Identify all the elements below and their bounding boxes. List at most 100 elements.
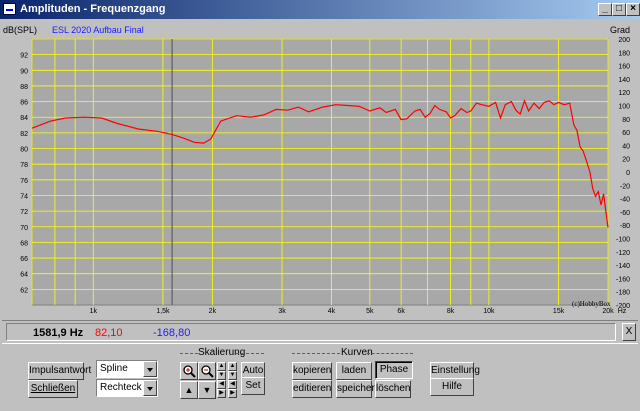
arrow-up-icon[interactable]: ▲ bbox=[217, 362, 226, 371]
app-icon[interactable] bbox=[3, 3, 16, 15]
plot-panel: 62 64 66 68 70 72 74 76 78 80 82 84 86 88 90 92 1k 1,5k 2k… bbox=[2, 19, 638, 319]
group-separator bbox=[367, 353, 413, 355]
x-tick-label: 15k bbox=[553, 308, 565, 315]
minimize-icon[interactable]: _ bbox=[598, 3, 612, 16]
y2-tick-label: -20 bbox=[620, 183, 630, 190]
arrow-down-icon[interactable]: ▼ bbox=[217, 371, 226, 380]
y-tick-label: 78 bbox=[20, 162, 28, 169]
y2-tick-label: 40 bbox=[622, 143, 630, 150]
set-scale-button[interactable]: Set bbox=[241, 377, 265, 395]
impulse-response-button[interactable]: Impulsantwort bbox=[28, 362, 91, 380]
pan-down-icon[interactable]: ▼ bbox=[198, 381, 216, 399]
y-tick-label: 88 bbox=[20, 84, 28, 91]
arrow-left-icon[interactable]: ◀ bbox=[217, 380, 226, 389]
y2-axis-unit: Grad bbox=[609, 25, 630, 35]
y-tick-label: 76 bbox=[20, 178, 28, 185]
y-tick-label: 66 bbox=[20, 256, 28, 263]
y2-tick-label: -200 bbox=[616, 303, 630, 310]
frequency-response-chart[interactable]: 62 64 66 68 70 72 74 76 78 80 82 84 86 88 90 92 1k 1,5k 2k… bbox=[2, 19, 638, 319]
restore-icon[interactable]: □ bbox=[612, 3, 626, 16]
cursor-phase: -168,80 bbox=[153, 327, 191, 339]
y2-tick-label: -140 bbox=[616, 263, 630, 270]
x-tick-label: 10k bbox=[483, 308, 495, 315]
y2-tick-label: 200 bbox=[618, 37, 630, 44]
close-readout-button[interactable]: X bbox=[622, 323, 636, 341]
interpolation-value: Spline bbox=[100, 363, 128, 374]
app-window: Amplituden - Frequenzgang _ □ × 62 64 66 68… bbox=[0, 0, 640, 411]
x-tick-label: 8k bbox=[447, 308, 455, 315]
close-icon[interactable]: × bbox=[626, 3, 640, 16]
load-curve-button[interactable]: laden bbox=[336, 362, 372, 380]
arrow-right-icon[interactable]: ▶ bbox=[228, 389, 237, 398]
y2-tick-label: 120 bbox=[618, 90, 630, 97]
y-tick-label: 86 bbox=[20, 100, 28, 107]
y-tick-label: 72 bbox=[20, 209, 28, 216]
y-tick-label: 64 bbox=[20, 272, 28, 279]
save-curve-button[interactable]: speichern bbox=[336, 380, 380, 398]
arrow-up-icon[interactable]: ▲ bbox=[228, 362, 237, 371]
y2-tick-label: 180 bbox=[618, 50, 630, 57]
copy-curve-button[interactable]: kopieren bbox=[292, 362, 332, 380]
y2-tick-label: 20 bbox=[622, 157, 630, 164]
y2-tick-label: -120 bbox=[616, 250, 630, 257]
edit-curve-button[interactable]: editieren bbox=[292, 380, 332, 398]
y2-tick-label: 140 bbox=[618, 77, 630, 84]
y2-tick-label: -100 bbox=[616, 237, 630, 244]
phase-toggle-button[interactable]: Phase bbox=[375, 361, 413, 379]
x-tick-label: 20k bbox=[602, 308, 614, 315]
y2-tick-label: -160 bbox=[616, 276, 630, 283]
delete-curve-button[interactable]: löschen bbox=[375, 380, 411, 398]
x-tick-label: 6k bbox=[397, 308, 405, 315]
y-tick-label: 70 bbox=[20, 225, 28, 232]
y-tick-label: 68 bbox=[20, 240, 28, 247]
x-tick-label: 1k bbox=[90, 308, 98, 315]
window-function-value: Rechteck bbox=[100, 382, 142, 393]
x-tick-label: 4k bbox=[328, 308, 336, 315]
help-button[interactable]: Hilfe bbox=[430, 378, 474, 396]
interpolation-select[interactable]: Spline bbox=[96, 360, 158, 378]
arrow-left-icon[interactable]: ◀ bbox=[228, 380, 237, 389]
plot-area bbox=[31, 38, 609, 306]
group-separator bbox=[236, 353, 264, 355]
x-tick-label: 5k bbox=[366, 308, 374, 315]
close-button[interactable]: Schließen bbox=[28, 380, 78, 398]
arrow-right-icon[interactable]: ▶ bbox=[217, 389, 226, 398]
zoom-out-icon[interactable] bbox=[198, 362, 216, 380]
window-title: Amplituden - Frequenzgang bbox=[20, 3, 166, 15]
y-axis-unit: dB(SPL) bbox=[3, 25, 38, 35]
x-tick-label: 1,5k bbox=[156, 308, 170, 315]
window-function-select[interactable]: Rechteck bbox=[96, 379, 158, 397]
y-tick-label: 82 bbox=[20, 131, 28, 138]
y-tick-label: 80 bbox=[20, 147, 28, 154]
cursor-info-bar: 1581,9 Hz 82,10 -168,80 X bbox=[2, 320, 638, 344]
y-tick-label: 90 bbox=[20, 68, 28, 75]
y-tick-label: 74 bbox=[20, 193, 28, 200]
arrow-down-icon[interactable]: ▼ bbox=[228, 371, 237, 380]
cursor-frequency: 1581,9 Hz bbox=[33, 327, 84, 339]
pan-up-icon[interactable]: ▲ bbox=[180, 381, 198, 399]
x-tick-label: 2k bbox=[209, 308, 217, 315]
y2-tick-label: 100 bbox=[618, 104, 630, 111]
chevron-down-icon[interactable] bbox=[143, 380, 157, 396]
y-tick-label: 84 bbox=[20, 115, 28, 122]
x-tick-label: 3k bbox=[278, 308, 286, 315]
cursor-amplitude: 82,10 bbox=[95, 327, 123, 339]
y2-tick-label: -40 bbox=[620, 197, 630, 204]
measurement-name: ESL 2020 Aufbau Final bbox=[52, 25, 144, 35]
copyright-label: (c)HobbyBox bbox=[572, 300, 611, 308]
y2-tick-label: 0 bbox=[626, 170, 630, 177]
title-bar[interactable]: Amplituden - Frequenzgang _ □ × bbox=[0, 0, 640, 19]
y2-tick-label: 60 bbox=[622, 130, 630, 137]
zoom-in-icon[interactable] bbox=[180, 362, 198, 380]
y2-tick-label: -60 bbox=[620, 210, 630, 217]
y-tick-label: 62 bbox=[20, 287, 28, 294]
cursor-readout: 1581,9 Hz 82,10 -168,80 bbox=[6, 323, 616, 341]
y-tick-label: 92 bbox=[20, 53, 28, 60]
group-separator bbox=[180, 353, 198, 355]
chevron-down-icon[interactable] bbox=[143, 361, 157, 377]
y2-tick-label: 160 bbox=[618, 64, 630, 71]
y2-tick-label: -80 bbox=[620, 223, 630, 230]
y2-tick-label: 80 bbox=[622, 117, 630, 124]
y2-tick-label: -180 bbox=[616, 290, 630, 297]
group-separator bbox=[292, 353, 340, 355]
